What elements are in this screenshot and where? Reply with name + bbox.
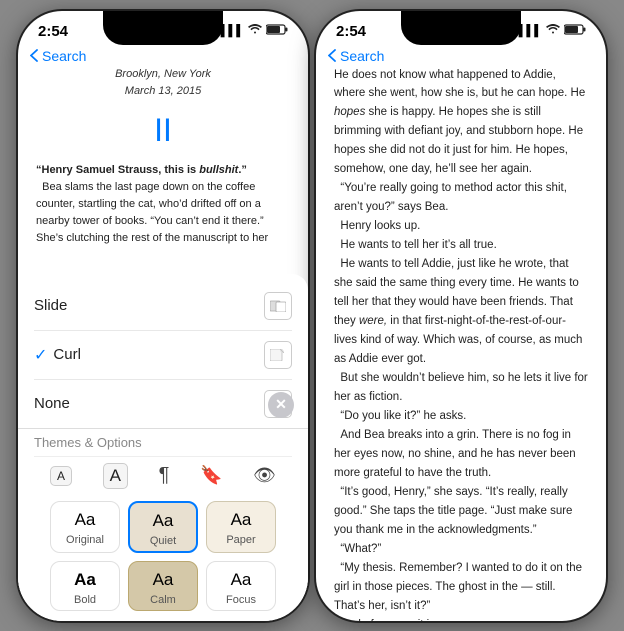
left-phone: 2:54 ▌▌▌ Search Brooklyn, New YorkMarch …: [18, 11, 308, 621]
theme-quiet-name: Quiet: [150, 535, 176, 547]
transition-curl[interactable]: ✓ Curl: [34, 331, 292, 380]
notch: [103, 11, 223, 45]
signal-icon-right: ▌▌▌: [519, 25, 542, 37]
transition-none[interactable]: None —: [34, 380, 292, 428]
battery-icon-right: [564, 24, 586, 38]
bookmark-button[interactable]: 🔖: [200, 465, 222, 486]
theme-bold[interactable]: Aa Bold: [50, 561, 120, 611]
right-phone: 2:54 ▌▌▌ Search He does not know what ha…: [316, 11, 606, 621]
status-icons-left: ▌▌▌: [221, 24, 288, 38]
transition-slide[interactable]: Slide: [34, 282, 292, 331]
transition-none-label: None: [34, 395, 264, 412]
book-header: Brooklyn, New YorkMarch 13, 2015: [36, 66, 290, 101]
theme-focus-preview: Aa: [231, 570, 252, 590]
back-label-right: Search: [340, 48, 384, 64]
right-text: He does not know what happened to Addie,…: [334, 66, 588, 621]
theme-original-name: Original: [66, 534, 104, 546]
book-text-left: “Henry Samuel Strauss, this is bullshit.…: [36, 162, 290, 246]
theme-focus[interactable]: Aa Focus: [206, 561, 276, 611]
theme-original[interactable]: Aa Original: [50, 501, 120, 553]
theme-bold-preview: Aa: [74, 570, 96, 590]
check-icon: ✓: [34, 345, 47, 365]
theme-paper-name: Paper: [226, 534, 255, 546]
signal-icon-left: ▌▌▌: [221, 25, 244, 37]
panel-overlay: Slide ✓ Curl None —: [18, 274, 308, 621]
phones-container: 2:54 ▌▌▌ Search Brooklyn, New YorkMarch …: [10, 3, 614, 629]
book-content: Brooklyn, New YorkMarch 13, 2015 II “Hen…: [18, 66, 308, 246]
transition-options: Slide ✓ Curl None —: [18, 274, 308, 428]
transition-slide-label: Slide: [34, 297, 264, 314]
theme-paper[interactable]: Aa Paper: [206, 501, 276, 553]
chapter-num: II: [36, 105, 290, 156]
font-toolbar: A A ¶ 🔖 👁: [34, 456, 292, 495]
time-left: 2:54: [38, 23, 68, 40]
slide-icon: [264, 292, 292, 320]
theme-original-preview: Aa: [75, 510, 96, 530]
battery-icon-left: [266, 24, 288, 38]
large-a-button[interactable]: A: [103, 463, 128, 489]
dismiss-button[interactable]: ✕: [268, 392, 294, 418]
time-right: 2:54: [336, 23, 366, 40]
back-label-left: Search: [42, 48, 86, 64]
back-button-right[interactable]: Search: [316, 44, 606, 66]
curl-icon: [264, 341, 292, 369]
theme-calm-preview: Aa: [153, 570, 174, 590]
wifi-icon-left: [248, 24, 262, 38]
themes-title: Themes & Options: [34, 435, 292, 450]
eye-button[interactable]: 👁: [253, 465, 276, 486]
small-a-button[interactable]: A: [50, 466, 72, 486]
theme-focus-name: Focus: [226, 594, 256, 606]
theme-paper-preview: Aa: [231, 510, 252, 530]
paragraph-button[interactable]: ¶: [159, 464, 170, 487]
status-icons-right: ▌▌▌: [519, 24, 586, 38]
theme-calm-name: Calm: [150, 594, 176, 606]
wifi-icon-right: [546, 24, 560, 38]
theme-bold-name: Bold: [74, 594, 96, 606]
theme-grid: Aa Original Aa Quiet Aa Paper Aa Bold: [34, 495, 292, 621]
theme-quiet[interactable]: Aa Quiet: [128, 501, 198, 553]
transition-curl-label: Curl: [53, 346, 264, 363]
theme-quiet-preview: Aa: [153, 511, 174, 531]
back-button-left[interactable]: Search: [18, 44, 308, 66]
notch-right: [401, 11, 521, 45]
theme-calm[interactable]: Aa Calm: [128, 561, 198, 611]
themes-section: Themes & Options A A ¶ 🔖 👁 Aa Original: [18, 428, 308, 621]
right-content: He does not know what happened to Addie,…: [316, 66, 606, 621]
